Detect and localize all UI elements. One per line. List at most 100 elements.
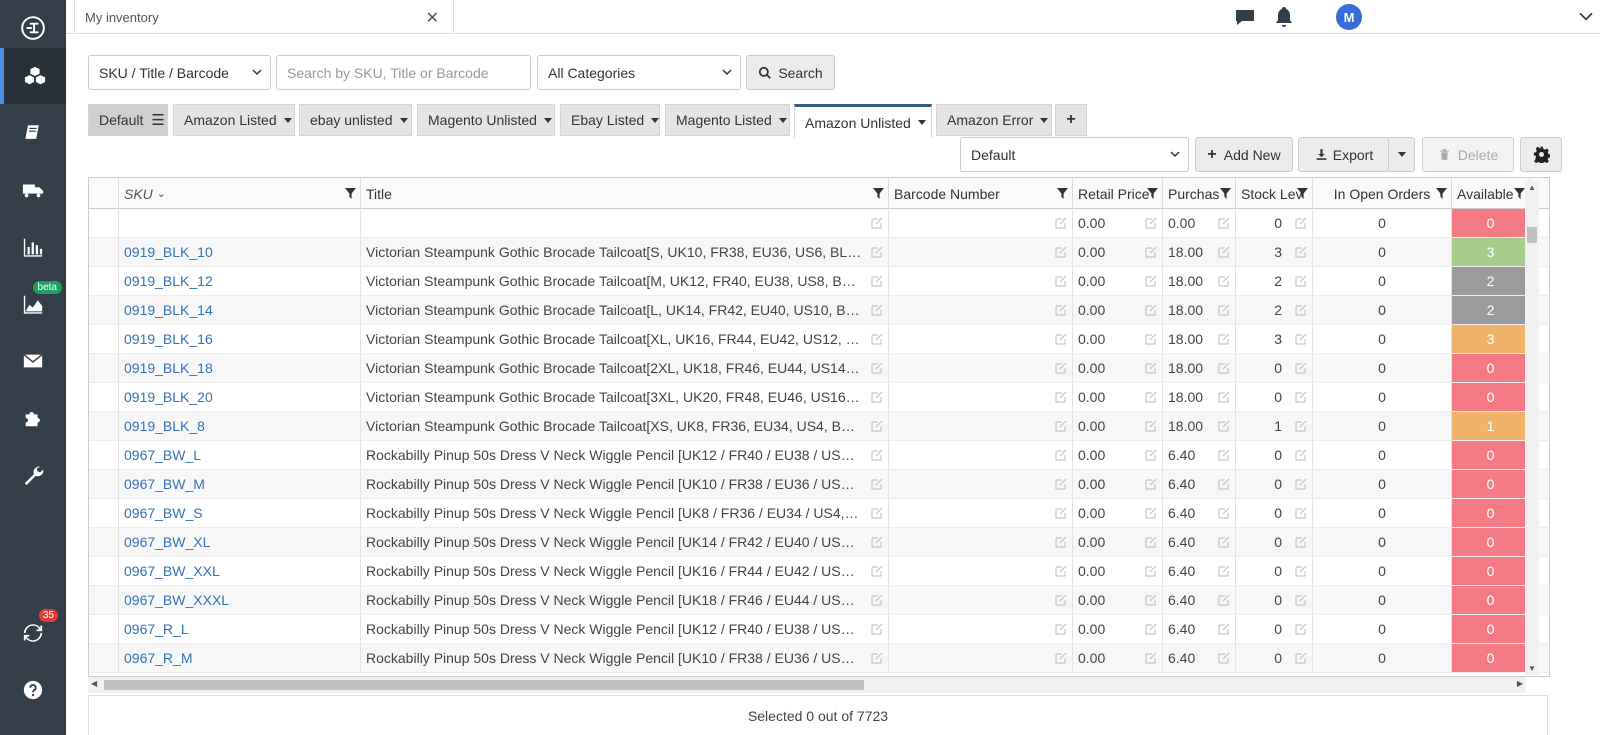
edit-icon[interactable]: [871, 652, 883, 664]
column-header-barcode[interactable]: Barcode Number: [889, 178, 1073, 209]
barcode-cell[interactable]: [889, 325, 1073, 353]
barcode-cell[interactable]: [889, 470, 1073, 498]
edit-icon[interactable]: [1055, 478, 1067, 490]
edit-icon[interactable]: [1055, 420, 1067, 432]
stock-level-cell[interactable]: 2: [1236, 267, 1313, 295]
export-button[interactable]: Export: [1298, 137, 1390, 172]
stock-level-cell[interactable]: 0: [1236, 383, 1313, 411]
edit-icon[interactable]: [1145, 565, 1157, 577]
title-cell[interactable]: Victorian Steampunk Gothic Brocade Tailc…: [361, 267, 889, 295]
table-row[interactable]: 0919_BLK_14 Victorian Steampunk Gothic B…: [89, 296, 1549, 325]
purchase-price-cell[interactable]: 6.40: [1163, 499, 1236, 527]
edit-icon[interactable]: [1055, 565, 1067, 577]
title-cell[interactable]: Rockabilly Pinup 50s Dress V Neck Wiggle…: [361, 441, 889, 469]
retail-price-cell[interactable]: 0.00: [1073, 644, 1163, 672]
row-select-cell[interactable]: [89, 644, 119, 672]
edit-icon[interactable]: [871, 449, 883, 461]
edit-icon[interactable]: [1145, 420, 1157, 432]
edit-icon[interactable]: [1218, 507, 1230, 519]
barcode-cell[interactable]: [889, 354, 1073, 382]
table-row[interactable]: 0967_BW_XXXL Rockabilly Pinup 50s Dress …: [89, 586, 1549, 615]
retail-price-cell[interactable]: 0.00: [1073, 412, 1163, 440]
row-select-cell[interactable]: [89, 296, 119, 324]
retail-price-cell[interactable]: 0.00: [1073, 267, 1163, 295]
stock-level-cell[interactable]: 0: [1236, 615, 1313, 643]
stock-level-cell[interactable]: 0: [1236, 586, 1313, 614]
scroll-thumb[interactable]: [104, 680, 864, 690]
edit-icon[interactable]: [1295, 246, 1307, 258]
edit-icon[interactable]: [1055, 362, 1067, 374]
bell-icon[interactable]: [1272, 5, 1296, 29]
edit-icon[interactable]: [1295, 507, 1307, 519]
barcode-cell[interactable]: [889, 412, 1073, 440]
sku-cell[interactable]: 0967_R_M: [119, 644, 361, 672]
edit-icon[interactable]: [871, 594, 883, 606]
sku-cell[interactable]: 0919_BLK_8: [119, 412, 361, 440]
stock-level-cell[interactable]: 0: [1236, 470, 1313, 498]
edit-icon[interactable]: [1055, 275, 1067, 287]
scroll-thumb[interactable]: [1527, 227, 1537, 243]
sku-cell[interactable]: 0919_BLK_16: [119, 325, 361, 353]
row-select-cell[interactable]: [89, 470, 119, 498]
edit-icon[interactable]: [1145, 478, 1157, 490]
view-tab-magento-listed[interactable]: Magento Listed: [665, 104, 790, 136]
retail-price-cell[interactable]: 0.00: [1073, 238, 1163, 266]
chat-icon[interactable]: [1233, 5, 1257, 29]
delete-button[interactable]: Delete: [1422, 137, 1514, 172]
edit-icon[interactable]: [1145, 652, 1157, 664]
edit-icon[interactable]: [1145, 246, 1157, 258]
table-row[interactable]: 0967_BW_XL Rockabilly Pinup 50s Dress V …: [89, 528, 1549, 557]
edit-icon[interactable]: [871, 507, 883, 519]
purchase-price-cell[interactable]: 6.40: [1163, 615, 1236, 643]
table-row[interactable]: 0919_BLK_12 Victorian Steampunk Gothic B…: [89, 267, 1549, 296]
edit-icon[interactable]: [1295, 362, 1307, 374]
table-row[interactable]: 0919_BLK_20 Victorian Steampunk Gothic B…: [89, 383, 1549, 412]
edit-icon[interactable]: [1295, 391, 1307, 403]
edit-icon[interactable]: [1145, 391, 1157, 403]
retail-price-cell[interactable]: 0.00: [1073, 470, 1163, 498]
purchase-price-cell[interactable]: 6.40: [1163, 528, 1236, 556]
barcode-cell[interactable]: [889, 441, 1073, 469]
purchase-price-cell[interactable]: 6.40: [1163, 470, 1236, 498]
category-select[interactable]: All Categories: [537, 55, 741, 90]
edit-icon[interactable]: [1055, 623, 1067, 635]
view-tab-magento-unlisted[interactable]: Magento Unlisted: [417, 104, 555, 136]
title-cell[interactable]: Victorian Steampunk Gothic Brocade Tailc…: [361, 238, 889, 266]
filter-icon[interactable]: [345, 188, 356, 199]
table-row[interactable]: 0967_BW_XXL Rockabilly Pinup 50s Dress V…: [89, 557, 1549, 586]
edit-icon[interactable]: [1295, 623, 1307, 635]
barcode-cell[interactable]: [889, 615, 1073, 643]
edit-icon[interactable]: [1145, 507, 1157, 519]
purchase-price-cell[interactable]: 18.00: [1163, 267, 1236, 295]
edit-icon[interactable]: [1145, 623, 1157, 635]
barcode-cell[interactable]: [889, 586, 1073, 614]
column-header-stock-level[interactable]: Stock Lev: [1236, 178, 1313, 209]
filter-icon[interactable]: [1297, 188, 1308, 199]
add-new-button[interactable]: + Add New: [1195, 137, 1293, 172]
edit-icon[interactable]: [1055, 217, 1067, 229]
purchase-price-cell[interactable]: 18.00: [1163, 354, 1236, 382]
edit-icon[interactable]: [1218, 652, 1230, 664]
sidebar-item-messages[interactable]: [0, 333, 66, 389]
edit-icon[interactable]: [1145, 217, 1157, 229]
edit-icon[interactable]: [1218, 565, 1230, 577]
edit-icon[interactable]: [1145, 449, 1157, 461]
edit-icon[interactable]: [1218, 333, 1230, 345]
row-select-cell[interactable]: [89, 383, 119, 411]
sidebar-item-sync[interactable]: 35: [0, 605, 66, 661]
edit-icon[interactable]: [871, 536, 883, 548]
purchase-price-cell[interactable]: 18.00: [1163, 383, 1236, 411]
sku-cell[interactable]: 0919_BLK_12: [119, 267, 361, 295]
edit-icon[interactable]: [1295, 652, 1307, 664]
edit-icon[interactable]: [1295, 594, 1307, 606]
edit-icon[interactable]: [1055, 594, 1067, 606]
retail-price-cell[interactable]: 0.00: [1073, 441, 1163, 469]
stock-level-cell[interactable]: 0: [1236, 528, 1313, 556]
stock-level-cell[interactable]: 0: [1236, 644, 1313, 672]
retail-price-cell[interactable]: 0.00: [1073, 354, 1163, 382]
barcode-cell[interactable]: [889, 499, 1073, 527]
edit-icon[interactable]: [871, 623, 883, 635]
sku-cell[interactable]: 0967_R_L: [119, 615, 361, 643]
chevron-down-icon[interactable]: [1578, 8, 1594, 24]
barcode-cell[interactable]: [889, 383, 1073, 411]
